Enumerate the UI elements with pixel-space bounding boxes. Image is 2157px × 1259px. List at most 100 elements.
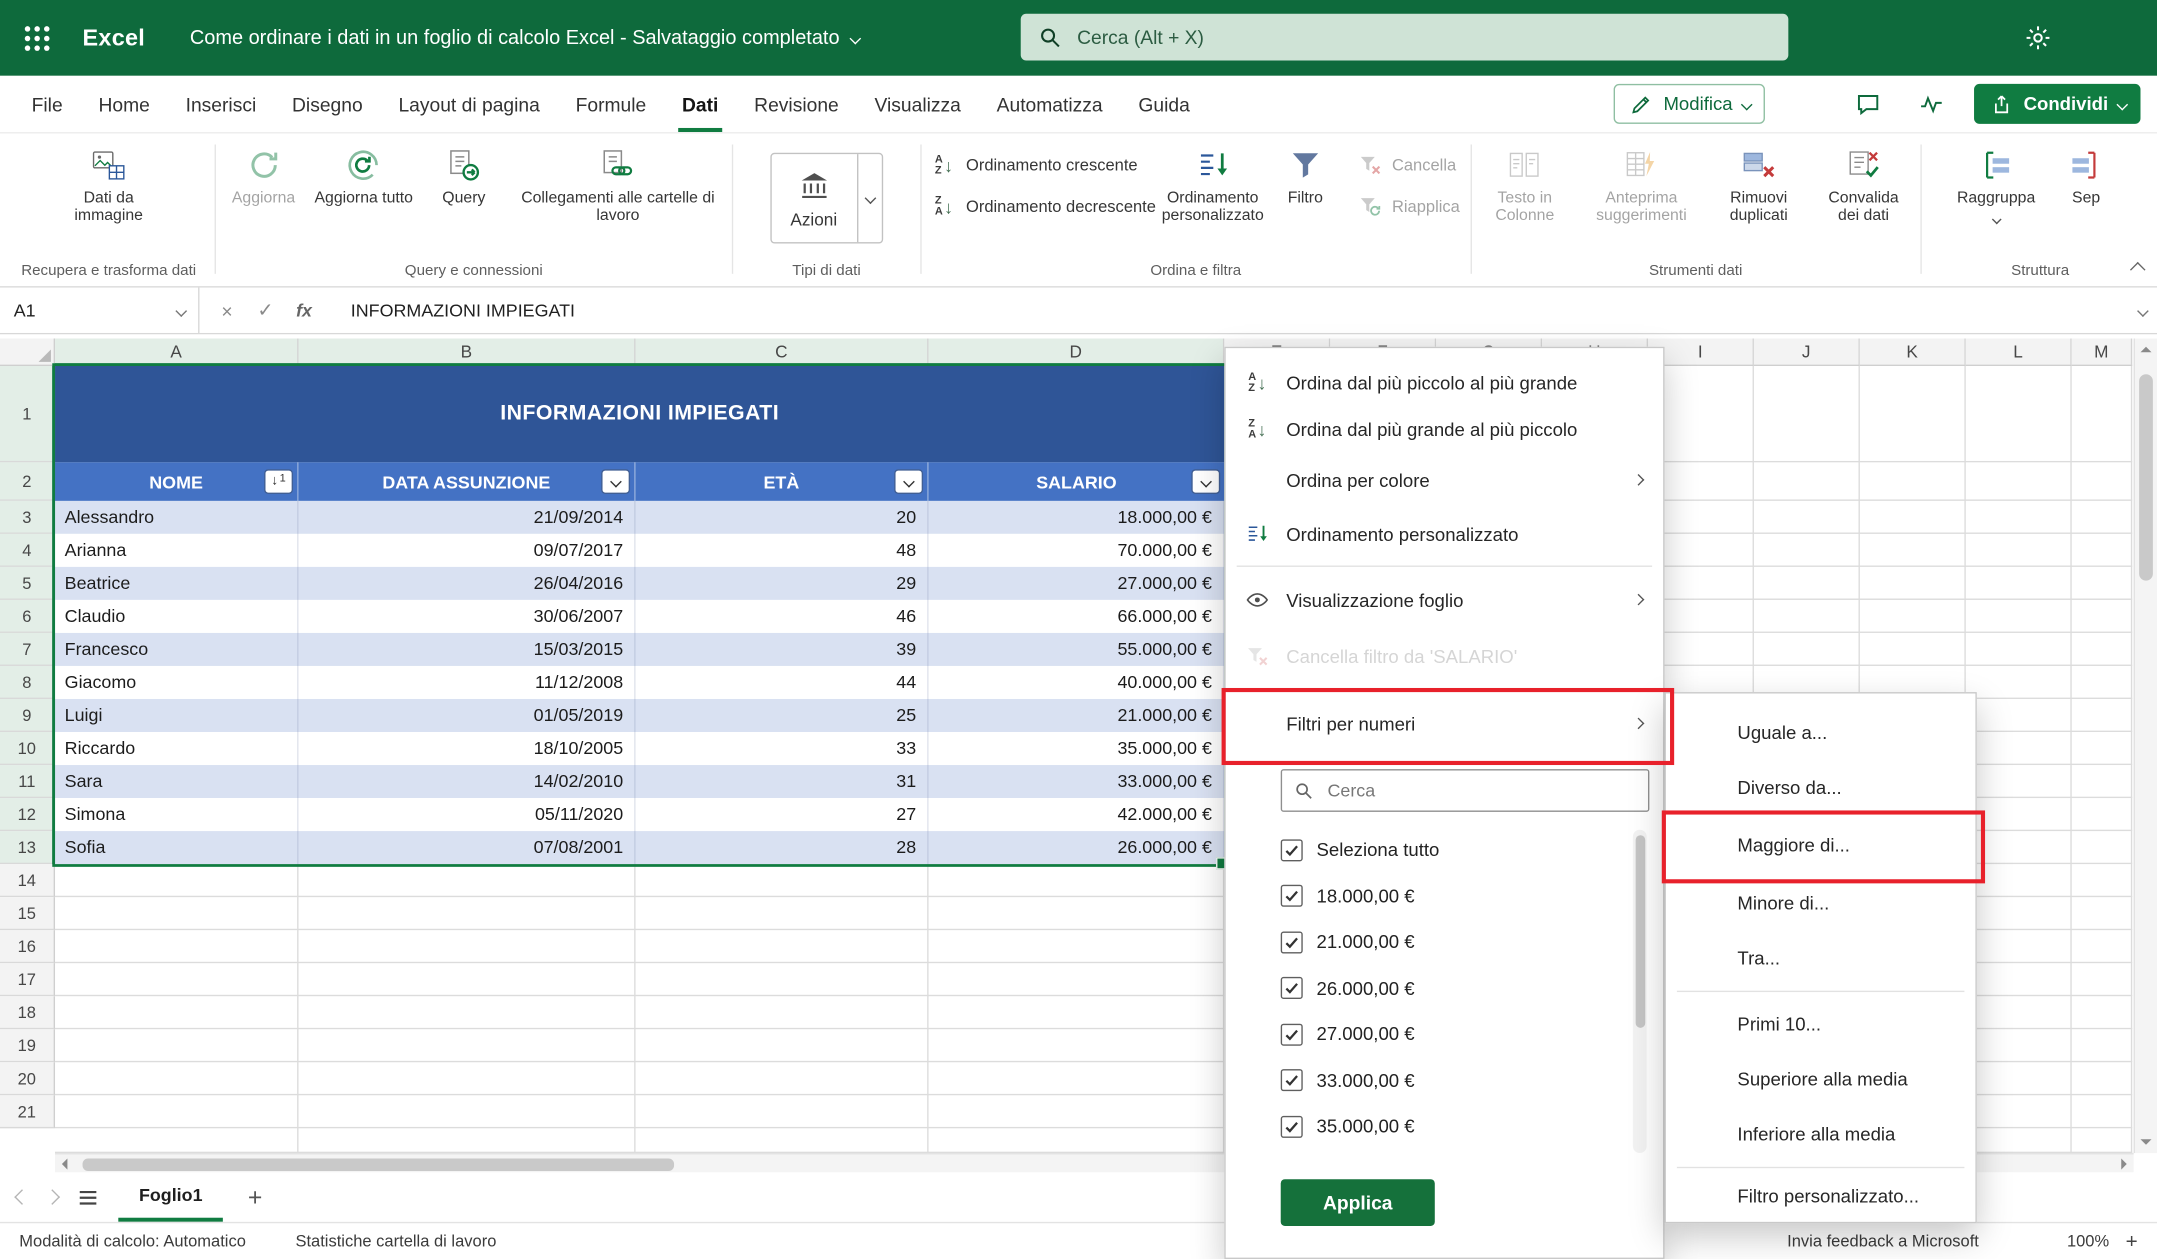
- filter-search-input[interactable]: [1325, 779, 1637, 802]
- submenu-item-superiore-alla-media[interactable]: Superiore alla media: [1666, 1051, 1976, 1106]
- table-cell[interactable]: 07/08/2001: [299, 831, 636, 864]
- table-cell[interactable]: 25: [636, 699, 929, 732]
- table-cell[interactable]: Sofia: [55, 831, 298, 864]
- table-cell[interactable]: 70.000,00 €: [929, 534, 1225, 567]
- tab-file[interactable]: File: [14, 76, 81, 132]
- next-sheet-icon[interactable]: [44, 1189, 60, 1205]
- name-box[interactable]: A1: [0, 288, 199, 333]
- table-cell[interactable]: 48: [636, 534, 929, 567]
- tab-automatizza[interactable]: Automatizza: [979, 76, 1121, 132]
- table-cell[interactable]: Beatrice: [55, 567, 298, 600]
- table-cell[interactable]: 26/04/2016: [299, 567, 636, 600]
- tab-formule[interactable]: Formule: [558, 76, 664, 132]
- table-cell[interactable]: 05/11/2020: [299, 798, 636, 831]
- ribbon-button-ordinamento-personalizzato[interactable]: Ordinamento personalizzato: [1164, 139, 1261, 226]
- table-cell[interactable]: Claudio: [55, 600, 298, 633]
- tab-revisione[interactable]: Revisione: [736, 76, 856, 132]
- table-cell[interactable]: Alessandro: [55, 501, 298, 534]
- menu-item-ordinamento-personalizzato[interactable]: Ordinamento personalizzato: [1226, 508, 1663, 560]
- tab-disegno[interactable]: Disegno: [274, 76, 380, 132]
- filter-checkbox-row[interactable]: 18.000,00 €: [1261, 873, 1624, 919]
- scroll-left-icon[interactable]: [62, 1159, 68, 1170]
- table-cell[interactable]: 18.000,00 €: [929, 501, 1225, 534]
- tab-guida[interactable]: Guida: [1121, 76, 1208, 132]
- zoom-level[interactable]: 100%: [2067, 1231, 2109, 1250]
- submenu-item-uguale-a[interactable]: Uguale a...: [1666, 704, 1976, 759]
- submenu-item-tra[interactable]: Tra...: [1666, 930, 1976, 985]
- workbook-statistics[interactable]: Statistiche cartella di lavoro: [295, 1231, 496, 1250]
- table-cell[interactable]: 09/07/2017: [299, 534, 636, 567]
- filter-list-scroll-thumb[interactable]: [1635, 835, 1645, 1028]
- filter-checkbox-row[interactable]: Seleziona tutto: [1261, 827, 1624, 873]
- ribbon-button-raggruppa[interactable]: Raggruppa: [1950, 139, 2042, 223]
- zoom-in-button[interactable]: +: [2126, 1229, 2138, 1252]
- ribbon-button-dati-da-immagine[interactable]: Dati da immagine: [43, 139, 175, 226]
- tab-dati[interactable]: Dati: [664, 76, 736, 132]
- ribbon-button-azioni[interactable]: Azioni: [770, 153, 884, 244]
- table-header-salario[interactable]: SALARIO: [929, 462, 1225, 501]
- table-cell[interactable]: 46: [636, 600, 929, 633]
- calc-mode-status[interactable]: Modalità di calcolo: Automatico: [19, 1231, 246, 1250]
- add-sheet-button[interactable]: +: [242, 1183, 267, 1212]
- insert-function-button[interactable]: fx: [288, 300, 321, 321]
- topbar-search[interactable]: [1021, 14, 1789, 61]
- table-cell[interactable]: 18/10/2005: [299, 732, 636, 765]
- filter-list-scrollbar[interactable]: [1633, 830, 1647, 1153]
- sheet-tab-foglio1[interactable]: Foglio1: [118, 1172, 223, 1222]
- table-cell[interactable]: 30/06/2007: [299, 600, 636, 633]
- table-cell[interactable]: 55.000,00 €: [929, 633, 1225, 666]
- table-cell[interactable]: 15/03/2015: [299, 633, 636, 666]
- table-cell[interactable]: Riccardo: [55, 732, 298, 765]
- menu-item-ordina-dal-pi-piccolo-al-pi-grande[interactable]: AZ↓Ordina dal più piccolo al più grande: [1226, 359, 1663, 406]
- table-header-data-assunzione[interactable]: DATA ASSUNZIONE: [299, 462, 636, 501]
- prev-sheet-icon[interactable]: [14, 1189, 30, 1205]
- table-cell[interactable]: 66.000,00 €: [929, 600, 1225, 633]
- checkbox-checked-icon[interactable]: [1281, 977, 1303, 999]
- scroll-right-icon[interactable]: [2121, 1159, 2127, 1170]
- menu-item-ordina-dal-pi-grande-al-pi-piccolo[interactable]: ZA↓Ordina dal più grande al più piccolo: [1226, 406, 1663, 453]
- table-cell[interactable]: 40.000,00 €: [929, 666, 1225, 699]
- scroll-up-icon[interactable]: [2140, 347, 2151, 353]
- filter-button-salario[interactable]: [1193, 471, 1219, 493]
- settings-button[interactable]: [2017, 19, 2058, 56]
- table-cell[interactable]: 28: [636, 831, 929, 864]
- vertical-scrollbar[interactable]: [2134, 338, 2157, 1153]
- menu-item-visualizzazione-foglio[interactable]: Visualizzazione foglio: [1226, 574, 1663, 626]
- filter-checkbox-row[interactable]: 21.000,00 €: [1261, 919, 1624, 965]
- table-cell[interactable]: 33.000,00 €: [929, 765, 1225, 798]
- menu-item-filtri-per-numeri[interactable]: Filtri per numeri: [1226, 693, 1663, 754]
- table-cell[interactable]: 01/05/2019: [299, 699, 636, 732]
- checkbox-checked-icon[interactable]: [1281, 931, 1303, 953]
- filter-checkbox-row[interactable]: 27.000,00 €: [1261, 1011, 1624, 1057]
- submenu-item-primi-10[interactable]: Primi 10...: [1666, 996, 1976, 1051]
- tab-inserisci[interactable]: Inserisci: [168, 76, 274, 132]
- table-cell[interactable]: Giacomo: [55, 666, 298, 699]
- table-cell[interactable]: Sara: [55, 765, 298, 798]
- table-cell[interactable]: 27: [636, 798, 929, 831]
- vertical-scroll-thumb[interactable]: [2139, 374, 2153, 580]
- checkbox-checked-icon[interactable]: [1281, 1023, 1303, 1045]
- ribbon-button-aggiorna-tutto[interactable]: Aggiorna tutto: [308, 139, 420, 208]
- table-cell[interactable]: 27.000,00 €: [929, 567, 1225, 600]
- table-cell[interactable]: Arianna: [55, 534, 298, 567]
- table-cell[interactable]: Francesco: [55, 633, 298, 666]
- apply-filter-button[interactable]: Applica: [1281, 1179, 1435, 1226]
- app-launcher-button[interactable]: [11, 12, 63, 64]
- mode-switch-button[interactable]: Modifica: [1614, 84, 1765, 124]
- ribbon-button-collegamenti-alle-cartelle-di-lavoro[interactable]: Collegamenti alle cartelle di lavoro: [508, 139, 728, 226]
- all-sheets-icon[interactable]: [77, 1188, 99, 1206]
- tab-layout-di-pagina[interactable]: Layout di pagina: [381, 76, 558, 132]
- share-button[interactable]: Condividi: [1974, 84, 2140, 124]
- formula-bar-content[interactable]: INFORMAZIONI IMPIEGATI: [332, 300, 2157, 321]
- table-cell[interactable]: 33: [636, 732, 929, 765]
- scroll-down-icon[interactable]: [2140, 1139, 2151, 1145]
- table-cell[interactable]: 21.000,00 €: [929, 699, 1225, 732]
- filter-search-box[interactable]: [1281, 769, 1650, 812]
- ribbon-button-ordinamento-decrescente[interactable]: ZA↓Ordinamento decrescente: [923, 194, 1164, 219]
- comments-button[interactable]: [1847, 85, 1888, 122]
- table-header-nome[interactable]: NOME↓1: [55, 462, 298, 501]
- table-cell[interactable]: 31: [636, 765, 929, 798]
- horizontal-scroll-thumb[interactable]: [83, 1158, 675, 1170]
- table-cell[interactable]: 42.000,00 €: [929, 798, 1225, 831]
- filter-checkbox-row[interactable]: 35.000,00 €: [1261, 1104, 1624, 1150]
